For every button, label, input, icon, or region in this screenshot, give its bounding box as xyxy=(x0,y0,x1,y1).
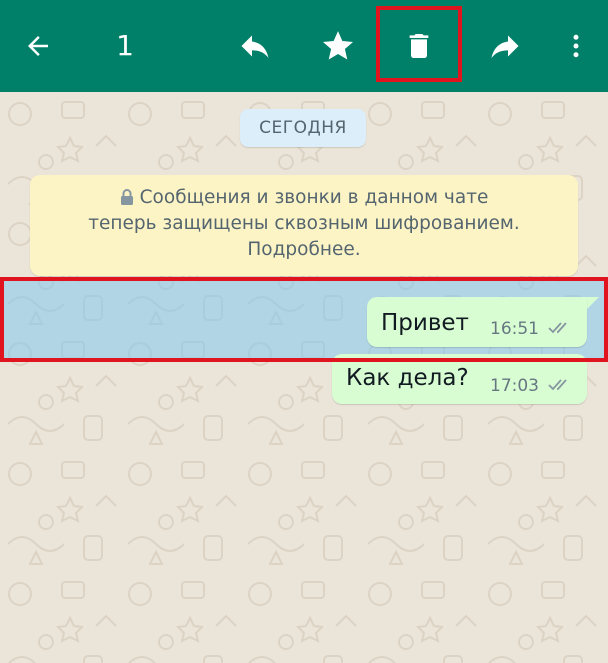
star-button[interactable] xyxy=(308,16,368,76)
reply-button[interactable] xyxy=(225,16,285,76)
message-time: 17:03 xyxy=(490,376,539,396)
double-check-icon xyxy=(548,379,567,391)
message-bubble-selected[interactable]: Привет 16:51 xyxy=(367,297,587,347)
message-text: Как дела? xyxy=(346,365,469,391)
back-button[interactable] xyxy=(8,16,68,76)
message-time: 16:51 xyxy=(490,319,539,339)
encryption-notice-line1: Сообщения и звонки в данном чате xyxy=(30,185,578,211)
encryption-notice-learn-more[interactable]: Подробнее. xyxy=(30,237,578,263)
encryption-notice-line2: теперь защищены сквозным шифрованием. xyxy=(88,213,520,234)
selected-count: 1 xyxy=(116,29,134,62)
more-options-button[interactable] xyxy=(546,16,606,76)
chat-area[interactable]: СЕГОДНЯ Сообщения и звонки в данном чате… xyxy=(0,92,608,663)
lock-icon xyxy=(120,189,133,205)
message-bubble[interactable]: Как дела? 17:03 xyxy=(332,354,587,404)
more-vert-icon xyxy=(573,34,579,58)
date-chip: СЕГОДНЯ xyxy=(240,109,366,147)
star-icon xyxy=(323,31,353,60)
arrow-left-icon xyxy=(28,36,48,56)
double-check-icon xyxy=(548,322,567,334)
message-text: Привет xyxy=(381,310,469,336)
forward-button[interactable] xyxy=(475,16,535,76)
forward-icon xyxy=(491,35,519,58)
delete-button[interactable] xyxy=(389,16,449,76)
encryption-notice[interactable]: Сообщения и звонки в данном чате теперь … xyxy=(30,175,578,276)
reply-icon xyxy=(241,35,269,58)
selection-app-bar: 1 xyxy=(0,0,608,92)
trash-icon xyxy=(409,34,429,58)
